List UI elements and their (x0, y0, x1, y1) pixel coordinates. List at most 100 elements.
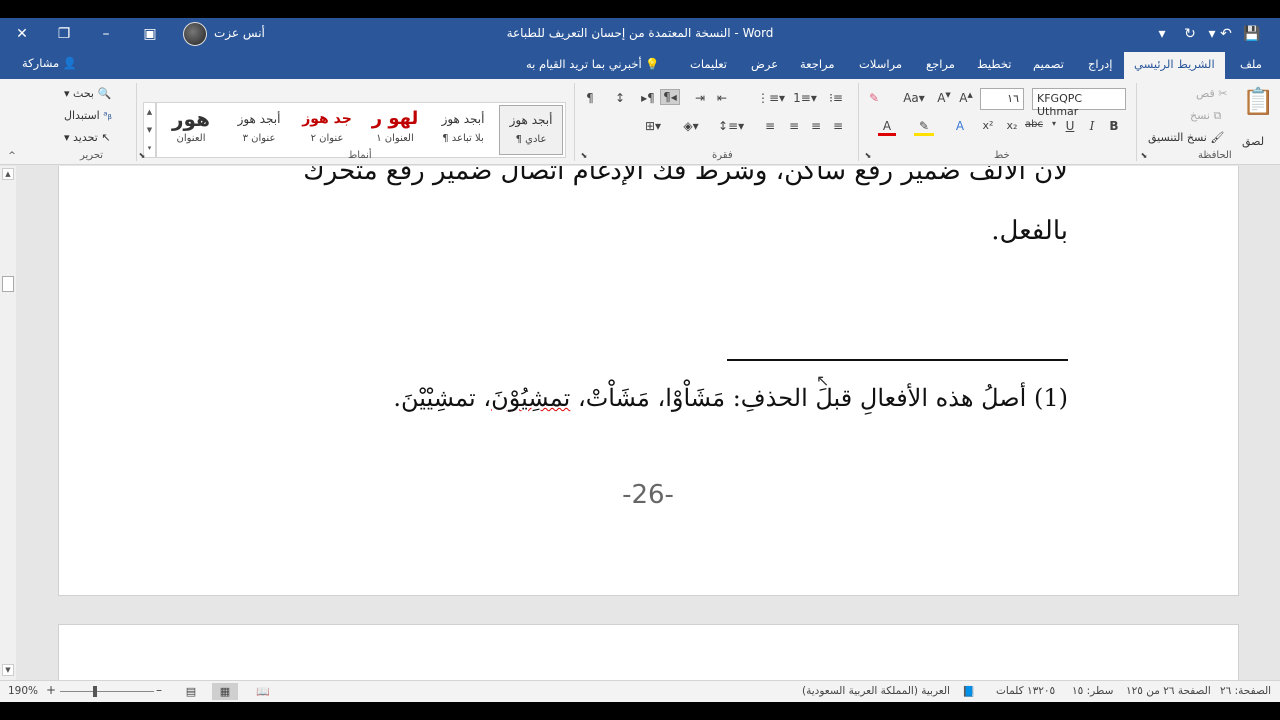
tab-insert[interactable]: إدراج (1088, 57, 1113, 71)
shading-icon[interactable]: ◈▾ (678, 119, 704, 133)
collapse-ribbon-icon[interactable]: ^ (4, 151, 20, 161)
replace-button[interactable]: استبدال ᵃᵦ (64, 109, 112, 122)
format-painter-button[interactable]: نسخ التنسيق 🖌 (1148, 131, 1224, 144)
style-heading-1[interactable]: لهو ر العنوان ١ (363, 105, 427, 155)
vertical-scrollbar[interactable]: ▲ ▼ (0, 166, 16, 680)
copy-button[interactable]: نسخ ⧉ (1190, 109, 1221, 123)
underline-icon[interactable]: U (1062, 119, 1078, 133)
justify-icon[interactable]: ≡ (762, 119, 778, 133)
page-indicator[interactable]: الصفحة: ٢٦ (1220, 685, 1271, 697)
page-next[interactable] (58, 624, 1239, 680)
increase-font-size-icon[interactable]: A▲ (958, 91, 974, 105)
word-count[interactable]: ١٣٢٠٥ كلمات (996, 685, 1055, 697)
paragraph-dialog-launcher-icon[interactable]: ⬊ (576, 151, 592, 160)
cut-button[interactable]: قص ✂ (1196, 87, 1227, 100)
left-to-right-icon[interactable]: ▸¶ (640, 91, 656, 105)
italic-icon[interactable]: I (1084, 119, 1100, 133)
styles-gallery-scroll[interactable]: ▲ ▼ ▾ (143, 102, 156, 158)
decrease-indent-icon[interactable]: ⇤ (714, 91, 730, 105)
paste-icon[interactable]: 📋 (1242, 87, 1274, 117)
change-case-icon[interactable]: Aa▾ (900, 91, 928, 105)
share-button[interactable]: مشاركة 👤 (22, 56, 77, 70)
bold-icon[interactable]: B (1106, 119, 1122, 133)
strikethrough-icon[interactable]: abc (1024, 119, 1044, 130)
font-color-icon[interactable]: A (878, 119, 896, 136)
font-dialog-launcher-icon[interactable]: ⬊ (860, 151, 876, 160)
borders-icon[interactable]: ⊞▾ (640, 119, 666, 133)
tell-me-search[interactable]: أخبرني بما تريد القيام به 💡 (526, 57, 660, 71)
proofing-icon[interactable]: 📘 (962, 685, 975, 698)
ribbon-tabs: مشاركة 👤 أخبرني بما تريد القيام به 💡 تعل… (0, 50, 1280, 79)
zoom-out-icon[interactable]: – (156, 683, 162, 697)
language-status[interactable]: العربية (المملكة العربية السعودية) (802, 685, 950, 697)
superscript-icon[interactable]: x² (980, 119, 996, 132)
read-mode-icon[interactable]: 📖 (250, 683, 276, 700)
increase-indent-icon[interactable]: ⇥ (692, 91, 708, 105)
document-title: النسخة المعتمدة من إحسان التعريف للطباعة… (506, 26, 774, 40)
select-button[interactable]: ▾ تحديد ↖ (64, 131, 111, 144)
numbering-icon[interactable]: 1≡▾ (790, 91, 820, 105)
zoom-level[interactable]: 190% (8, 685, 38, 697)
font-size-combobox[interactable]: ١٦ (980, 88, 1024, 110)
page-number: -26- (622, 480, 674, 510)
tab-layout[interactable]: تخطيط (977, 57, 1011, 71)
divider (574, 83, 575, 161)
style-heading-3[interactable]: أبجد هوز عنوان ٣ (227, 105, 291, 155)
scroll-up-icon[interactable]: ▲ (2, 168, 14, 180)
style-title[interactable]: هور العنوان (159, 105, 223, 155)
tab-mailings[interactable]: مراسلات (859, 57, 902, 71)
paste-button[interactable]: لصق (1242, 135, 1264, 148)
search-icon: 🔍 (97, 87, 112, 100)
font-name-combobox[interactable]: KFGQPC Uthmar (1032, 88, 1126, 118)
body-text-line[interactable]: لأن الألف ضمير رفع ساكن، وشرط فك الإدغام… (303, 166, 1068, 186)
page-of-count[interactable]: الصفحة ٢٦ من ١٢٥ (1126, 685, 1211, 697)
scroll-thumb[interactable] (2, 276, 14, 292)
font-group-label: خط (994, 150, 1010, 161)
underline-dropdown-icon[interactable]: ▾ (1046, 119, 1062, 128)
line-spacing-icon[interactable]: ↕≡▾ (718, 119, 744, 133)
multilevel-list-icon[interactable]: ⋮≡▾ (756, 91, 786, 105)
footnote-separator (727, 359, 1068, 361)
clear-formatting-icon[interactable]: ✎ (866, 91, 882, 105)
mouse-pointer-icon: ↖ (816, 371, 830, 390)
undo-icon[interactable]: ↶ (1216, 24, 1236, 44)
print-layout-icon[interactable]: ▦ (212, 683, 238, 700)
body-text-line[interactable]: بالفعل. (991, 216, 1068, 246)
sort-icon[interactable]: ↕ (612, 91, 628, 105)
tab-home[interactable]: الشريط الرئيسي (1124, 52, 1225, 79)
align-left-icon[interactable]: ≡ (786, 119, 802, 133)
title-bar: ✕ ❐ – ▣ أنس عزت النسخة المعتمدة من إحسان… (0, 18, 1280, 50)
subscript-icon[interactable]: x₂ (1004, 119, 1020, 132)
center-icon[interactable]: ≡ (808, 119, 824, 133)
tab-design[interactable]: تصميم (1033, 57, 1064, 71)
zoom-slider[interactable] (60, 691, 154, 692)
document-area[interactable]: لأن الألف ضمير رفع ساكن، وشرط فك الإدغام… (0, 166, 1280, 680)
zoom-in-icon[interactable]: + (46, 683, 56, 697)
find-button[interactable]: ▾ بحث 🔍 (64, 87, 111, 100)
save-icon[interactable]: 💾 (1242, 24, 1262, 44)
text-effects-icon[interactable]: A (952, 119, 968, 133)
tab-file[interactable]: ملف (1240, 57, 1262, 71)
style-no-spacing[interactable]: أبجد هوز ¶ بلا تباعد (431, 105, 495, 155)
right-to-left-icon[interactable]: ¶◂ (660, 89, 680, 105)
style-normal[interactable]: أبجد هوز ¶ عادي (499, 105, 563, 155)
web-layout-icon[interactable]: ▤ (178, 683, 204, 700)
tab-view[interactable]: عرض (751, 57, 778, 71)
highlight-color-icon[interactable]: ✎ (914, 119, 934, 136)
style-heading-2[interactable]: جد هوز عنوان ٢ (295, 105, 359, 155)
zoom-slider-thumb[interactable] (93, 686, 97, 697)
scroll-down-icon[interactable]: ▼ (2, 664, 14, 676)
styles-group-label: أنماط (348, 150, 372, 161)
tab-references[interactable]: مراجع (926, 57, 955, 71)
tab-review[interactable]: مراجعة (800, 57, 835, 71)
bullets-icon[interactable]: ⁝≡ (828, 91, 844, 105)
clipboard-dialog-launcher-icon[interactable]: ⬊ (1136, 151, 1152, 160)
decrease-font-size-icon[interactable]: A▼ (936, 91, 952, 105)
footnote-text[interactable]: (1) أصلُ هذه الأفعالِ قبلَ الحذفِ: مَشَا… (393, 384, 1068, 412)
redo-icon[interactable]: ↻ (1180, 24, 1200, 44)
align-right-icon[interactable]: ≡ (830, 119, 846, 133)
show-formatting-marks-icon[interactable]: ¶ (582, 91, 598, 105)
tab-help[interactable]: تعليمات (690, 57, 727, 71)
customize-qat-icon[interactable]: ▾ (1152, 24, 1172, 44)
spelling-error[interactable]: تمشِيُوْنَ (491, 384, 570, 412)
